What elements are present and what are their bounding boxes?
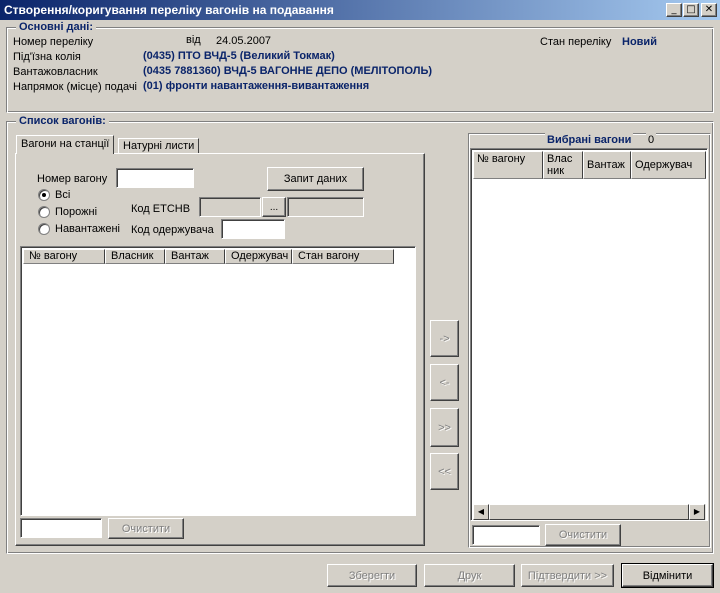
double-arrow-right-icon: >>: [438, 421, 451, 434]
maximize-button[interactable]: □: [683, 3, 699, 17]
sel-col-header-wagon-number-label: № вагону: [477, 153, 526, 165]
etsnv-browse-label: ...: [269, 201, 279, 213]
query-data-label: Запит даних: [283, 173, 348, 185]
col-header-receiver[interactable]: Одержувач: [225, 249, 292, 264]
etsnv-browse-button[interactable]: ...: [262, 197, 286, 217]
main-data-title: Основні дані:: [16, 21, 97, 33]
list-number-label: Номер переліку: [13, 36, 94, 48]
radio-loaded[interactable]: Навантажені: [38, 223, 128, 237]
tab-natural-lists-label: Натурні листи: [123, 140, 195, 152]
radio-loaded-circle[interactable]: [38, 223, 50, 235]
query-data-button[interactable]: Запит даних: [267, 167, 364, 191]
col-header-cargo[interactable]: Вантаж: [165, 249, 225, 264]
selected-filter-input[interactable]: [472, 525, 540, 545]
tab-station-wagons[interactable]: Вагони на станції: [16, 135, 115, 154]
selected-clear-label: Очистити: [558, 529, 608, 541]
wagon-number-input[interactable]: [116, 168, 194, 188]
col-header-receiver-label: Одержувач: [231, 250, 289, 262]
scroll-left-button[interactable]: ◀: [473, 504, 489, 520]
remove-one-button[interactable]: <-: [430, 364, 459, 401]
add-all-button[interactable]: >>: [430, 408, 459, 447]
col-header-wagon-number[interactable]: № вагону: [23, 249, 105, 264]
print-button[interactable]: Друк: [424, 564, 515, 587]
double-arrow-left-icon: <<: [438, 465, 451, 478]
window-title: Створення/коригування переліку вагонів н…: [4, 3, 334, 17]
window-titlebar: Створення/коригування переліку вагонів н…: [0, 0, 720, 20]
radio-empty[interactable]: Порожні: [38, 206, 128, 220]
selected-wagons-count: 0: [646, 133, 657, 147]
col-header-owner[interactable]: Власник: [105, 249, 165, 264]
from-label: від: [186, 34, 201, 46]
save-button[interactable]: Зберегти: [327, 564, 417, 587]
receiver-code-label: Код одержувача: [131, 224, 214, 236]
minimize-button[interactable]: _: [666, 3, 682, 17]
remove-all-button[interactable]: <<: [430, 453, 459, 490]
station-wagons-table[interactable]: [20, 246, 416, 516]
etsnv-label: Код ЕТСНВ: [131, 203, 191, 215]
selected-clear-button[interactable]: Очистити: [545, 524, 621, 546]
col-header-wagon-state[interactable]: Стан вагону: [292, 249, 394, 264]
cancel-button[interactable]: Відмінити: [621, 563, 714, 588]
scroll-left-icon: ◀: [477, 507, 485, 516]
etsnv-code-input[interactable]: [199, 197, 261, 217]
scroll-right-button[interactable]: ▶: [689, 504, 705, 520]
station-clear-label: Очистити: [121, 522, 171, 535]
sel-col-header-receiver[interactable]: Одержувач: [631, 151, 706, 179]
col-header-owner-label: Власник: [111, 250, 154, 262]
selected-wagons-table[interactable]: [470, 148, 708, 521]
col-header-wagon-state-label: Стан вагону: [298, 250, 360, 262]
radio-empty-circle[interactable]: [38, 206, 50, 218]
sel-col-header-cargo-label: Вантаж: [587, 159, 625, 171]
print-label: Друк: [457, 569, 482, 582]
status-value: Новий: [622, 36, 657, 48]
arrow-right-icon: ->: [439, 332, 450, 345]
confirm-button[interactable]: Підтвердити >>: [521, 564, 614, 587]
sel-col-header-owner-label: Влас ник: [547, 153, 573, 177]
direction-label: Напрямок (місце) подачі: [13, 81, 138, 93]
selected-wagons-title: Вибрані вагони: [545, 133, 634, 147]
direction-value: (01) фронти навантаження-вивантаження: [143, 80, 370, 92]
save-label: Зберегти: [348, 569, 396, 582]
radio-empty-label: Порожні: [55, 206, 98, 218]
radio-loaded-label: Навантажені: [55, 223, 121, 235]
radio-all-label: Всі: [55, 189, 71, 201]
wagon-number-label: Номер вагону: [37, 173, 108, 185]
sel-col-header-cargo[interactable]: Вантаж: [583, 151, 631, 179]
owner-label: Вантажовласник: [13, 66, 98, 78]
sel-col-header-receiver-label: Одержувач: [635, 159, 693, 171]
station-filter-input[interactable]: [20, 518, 102, 538]
owner-value: (0435 7881360) ВЧД-5 ВАГОННЕ ДЕПО (МЕЛІТ…: [143, 65, 433, 77]
receiver-code-input[interactable]: [221, 219, 285, 239]
minimize-icon: _: [671, 4, 677, 15]
etsnv-name-field: [287, 197, 364, 217]
radio-all[interactable]: Всі: [38, 189, 128, 203]
station-clear-button[interactable]: Очистити: [108, 518, 184, 539]
col-header-cargo-label: Вантаж: [171, 250, 209, 262]
scroll-right-icon: ▶: [693, 507, 701, 516]
col-header-wagon-number-label: № вагону: [29, 250, 78, 262]
scroll-thumb[interactable]: [489, 504, 689, 520]
radio-all-circle[interactable]: [38, 189, 50, 201]
close-button[interactable]: ✕: [701, 3, 717, 17]
list-date: 24.05.2007: [216, 35, 272, 47]
status-label: Стан переліку: [540, 36, 612, 48]
sel-col-header-owner[interactable]: Влас ник: [543, 151, 583, 179]
siding-value: (0435) ПТО ВЧД-5 (Великий Токмак): [143, 50, 335, 62]
add-one-button[interactable]: ->: [430, 320, 459, 357]
tab-natural-lists[interactable]: Натурні листи: [118, 138, 200, 153]
confirm-label: Підтвердити >>: [527, 569, 608, 582]
arrow-left-icon: <-: [439, 376, 450, 389]
siding-label: Під'їзна колія: [13, 51, 81, 63]
wagon-list-title: Список вагонів:: [16, 115, 109, 127]
tab-station-wagons-label: Вагони на станції: [21, 138, 110, 150]
sel-col-header-wagon-number[interactable]: № вагону: [473, 151, 543, 179]
cancel-label: Відмінити: [642, 569, 693, 582]
close-icon: ✕: [704, 4, 714, 15]
maximize-icon: □: [686, 4, 696, 15]
